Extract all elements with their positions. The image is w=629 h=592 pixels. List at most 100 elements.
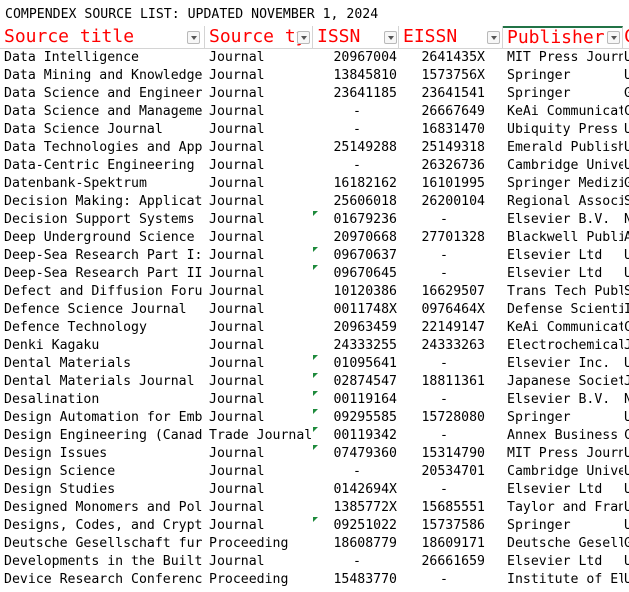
cell-next-column[interactable]: U [623, 445, 629, 463]
cell-source-type[interactable]: Journal [205, 49, 313, 67]
cell-next-column[interactable]: C [623, 319, 629, 337]
cell-issn[interactable]: 09295585 [313, 409, 399, 427]
cell-source-type[interactable]: Journal [205, 445, 313, 463]
cell-source-title[interactable]: Defect and Diffusion Foru [0, 283, 205, 301]
cell-next-column[interactable]: U [623, 355, 629, 373]
sheet-title-cell[interactable]: COMPENDEX SOURCE LIST: UPDATED NOVEMBER … [0, 4, 629, 26]
cell-next-column[interactable]: J [623, 373, 629, 391]
cell-source-title[interactable]: Data Science and Engineer [0, 85, 205, 103]
cell-eissn[interactable]: 25149318 [399, 139, 502, 157]
cell-source-title[interactable]: Decision Support Systems [0, 211, 205, 229]
cell-eissn[interactable]: 15685551 [399, 499, 502, 517]
cell-source-title[interactable]: Data Technologies and App [0, 139, 205, 157]
cell-next-column[interactable]: I [623, 301, 629, 319]
cell-source-title[interactable]: Designs, Codes, and Crypt [0, 517, 205, 535]
cell-issn[interactable]: 00119342 [313, 427, 399, 445]
cell-source-type[interactable]: Journal [205, 283, 313, 301]
cell-eissn[interactable]: - [399, 265, 502, 283]
cell-next-column[interactable]: C [623, 103, 629, 121]
cell-issn[interactable]: 01095641 [313, 355, 399, 373]
cell-eissn[interactable]: - [399, 211, 502, 229]
cell-source-title[interactable]: Deutsche Gesellschaft fur [0, 535, 205, 553]
cell-publisher[interactable]: Elsevier Ltd [503, 265, 623, 283]
cell-issn[interactable]: 09670645 [313, 265, 399, 283]
spreadsheet-grid[interactable]: COMPENDEX SOURCE LIST: UPDATED NOVEMBER … [0, 0, 629, 592]
cell-issn[interactable]: 25149288 [313, 139, 399, 157]
cell-issn[interactable]: 01679236 [313, 211, 399, 229]
cell-publisher[interactable]: Springer Medizi [503, 175, 623, 193]
cell-issn[interactable]: 13845810 [313, 67, 399, 85]
cell-issn[interactable]: 24333255 [313, 337, 399, 355]
cell-next-column[interactable]: U [623, 481, 629, 499]
cell-source-type[interactable]: Journal [205, 175, 313, 193]
cell-next-column[interactable]: U [623, 409, 629, 427]
cell-eissn[interactable]: - [399, 427, 502, 445]
cell-source-title[interactable]: Design Automation for Emb [0, 409, 205, 427]
cell-source-type[interactable]: Journal [205, 247, 313, 265]
cell-source-type[interactable]: Journal [205, 139, 313, 157]
header-eissn[interactable]: EISSN [399, 26, 503, 48]
cell-source-title[interactable]: Decision Making: Applicat [0, 193, 205, 211]
cell-source-title[interactable]: Design Issues [0, 445, 205, 463]
cell-publisher[interactable]: Regional Associ [503, 193, 623, 211]
cell-source-title[interactable]: Device Research Conferenc [0, 571, 205, 589]
cell-issn[interactable]: - [313, 103, 399, 121]
cell-publisher[interactable]: Taylor and Fran [503, 499, 623, 517]
cell-issn[interactable]: 09670637 [313, 247, 399, 265]
cell-issn[interactable]: 1385772X [313, 499, 399, 517]
cell-issn[interactable]: 07479360 [313, 445, 399, 463]
cell-source-title[interactable]: Design Studies [0, 481, 205, 499]
cell-source-title[interactable]: Deep Underground Science [0, 229, 205, 247]
cell-source-type[interactable]: Journal [205, 193, 313, 211]
cell-publisher[interactable]: Emerald Publish [503, 139, 623, 157]
cell-publisher[interactable]: Springer [503, 409, 623, 427]
cell-next-column[interactable]: G [623, 85, 629, 103]
cell-source-title[interactable]: Deep-Sea Research Part I: [0, 247, 205, 265]
cell-publisher[interactable]: Cambridge Unive [503, 157, 623, 175]
cell-issn[interactable]: 18608779 [313, 535, 399, 553]
cell-source-type[interactable]: Journal [205, 391, 313, 409]
cell-eissn[interactable]: 18609171 [399, 535, 502, 553]
cell-next-column[interactable]: U [623, 571, 629, 589]
cell-source-type[interactable]: Journal [205, 553, 313, 571]
cell-next-column[interactable]: S [623, 193, 629, 211]
cell-source-title[interactable]: Dental Materials [0, 355, 205, 373]
cell-publisher[interactable]: Elsevier Inc. [503, 355, 623, 373]
cell-eissn[interactable]: 18811361 [399, 373, 502, 391]
cell-publisher[interactable]: Cambridge Unive [503, 463, 623, 481]
cell-eissn[interactable]: 15728080 [399, 409, 502, 427]
cell-source-type[interactable]: Trade Journal [205, 427, 313, 445]
cell-eissn[interactable]: 26326736 [399, 157, 502, 175]
cell-eissn[interactable]: 26200104 [399, 193, 502, 211]
filter-dropdown-icon[interactable] [607, 31, 620, 44]
cell-eissn[interactable]: 1573756X [399, 67, 502, 85]
cell-publisher[interactable]: Ubiquity Press [503, 121, 623, 139]
header-source-type[interactable]: Source ty [205, 26, 313, 48]
cell-source-type[interactable]: Journal [205, 319, 313, 337]
cell-eissn[interactable]: - [399, 355, 502, 373]
cell-issn[interactable]: 20967004 [313, 49, 399, 67]
cell-issn[interactable]: 00119164 [313, 391, 399, 409]
cell-publisher[interactable]: Springer [503, 67, 623, 85]
cell-source-title[interactable]: Data-Centric Engineering [0, 157, 205, 175]
cell-publisher[interactable]: Deutsche Gesell [503, 535, 623, 553]
cell-source-title[interactable]: Data Intelligence [0, 49, 205, 67]
cell-source-title[interactable]: Design Engineering (Canad [0, 427, 205, 445]
cell-source-type[interactable]: Journal [205, 355, 313, 373]
header-source-title[interactable]: Source title [0, 26, 205, 48]
cell-issn[interactable]: 09251022 [313, 517, 399, 535]
cell-source-type[interactable]: Journal [205, 103, 313, 121]
cell-eissn[interactable]: 15737586 [399, 517, 502, 535]
cell-next-column[interactable]: U [623, 265, 629, 283]
cell-source-title[interactable]: Deep-Sea Research Part II [0, 265, 205, 283]
cell-source-type[interactable]: Journal [205, 337, 313, 355]
cell-issn[interactable]: 0142694X [313, 481, 399, 499]
cell-publisher[interactable]: Trans Tech Publ [503, 283, 623, 301]
cell-source-title[interactable]: Defence Technology [0, 319, 205, 337]
cell-source-type[interactable]: Journal [205, 265, 313, 283]
cell-source-title[interactable]: Datenbank-Spektrum [0, 175, 205, 193]
cell-eissn[interactable]: 26667649 [399, 103, 502, 121]
cell-eissn[interactable]: - [399, 571, 502, 589]
cell-publisher[interactable]: Defense Scienti [503, 301, 623, 319]
cell-eissn[interactable]: - [399, 247, 502, 265]
